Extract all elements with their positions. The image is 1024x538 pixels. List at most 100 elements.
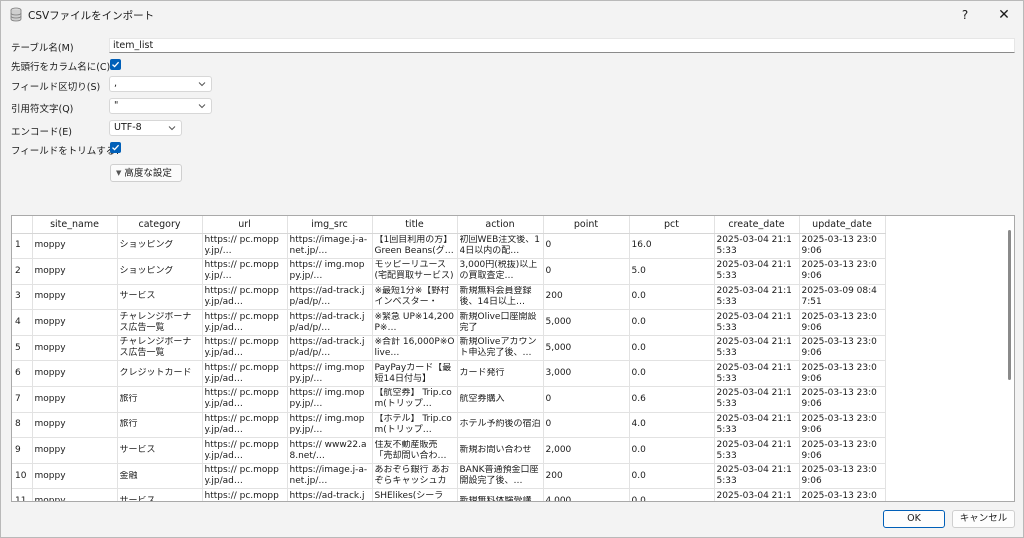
row-number-cell: 3 (12, 284, 33, 311)
table-cell: モッピーリユース(宅配買取サービス) (372, 258, 458, 285)
table-cell: 0.0 (629, 335, 715, 362)
table-cell: クレジットカード (117, 360, 203, 388)
table-cell: https:// img.moppy.jp/… (287, 360, 373, 388)
table-cell: https:// img.moppy.jp/… (287, 258, 373, 285)
table-row[interactable]: 11 moppy サービス https:// pc.moppy.jp/ad… https… (12, 488, 886, 501)
encoding-combo[interactable]: UTF-8 (109, 120, 182, 136)
cell-text: https://image.j-a-net.jp/… (289, 465, 368, 487)
row-number-cell: 6 (12, 360, 33, 388)
table-cell: https://ad-track.jp/ad/p/… (287, 309, 373, 336)
table-cell: moppy (32, 437, 118, 464)
column-header-rownum[interactable] (12, 216, 33, 234)
cell-text: ショッピング (119, 265, 174, 276)
cell-text: moppy (34, 393, 66, 404)
row-number-cell: 1 (12, 233, 33, 260)
cell-text: https:// img.moppy.jp/… (289, 413, 365, 435)
encoding-label: エンコード(E) (11, 127, 72, 138)
column-header-url[interactable]: url (202, 216, 288, 234)
row-number-cell: 5 (12, 335, 33, 362)
table-row[interactable]: 1 moppy ショッピング https:// pc.moppy.jp/… https:… (12, 233, 886, 260)
column-header-create-date[interactable]: create_date (714, 216, 800, 234)
column-header-point[interactable]: point (543, 216, 630, 234)
cell-text: 0 (545, 393, 552, 404)
cell-text: 200 (545, 470, 563, 481)
cell-text: 2025-03-04 21:15:33 (716, 490, 792, 501)
cell-text: 2 (15, 265, 21, 276)
cell-text: ※合計 16,000P※Olive… (374, 337, 455, 359)
quote-char-combo[interactable]: " (109, 98, 212, 114)
table-cell: 住友不動産販売「売却問い合わ… (372, 437, 458, 464)
checkmark-icon (112, 61, 120, 68)
table-cell: 0.0 (629, 309, 715, 336)
preview-grid[interactable]: site_name category url img_src title action po… (11, 215, 1015, 502)
cell-text: モッピーリユース(宅配買取サービス) (374, 260, 454, 282)
cell-text: 2025-03-13 23:09:06 (801, 388, 877, 410)
cell-text: 2025-03-04 21:15:33 (716, 388, 792, 410)
table-cell: ※緊急 UP※14,200P※… (372, 309, 458, 336)
field-separator-value: , (114, 78, 118, 89)
table-cell: https:// img.moppy.jp/… (287, 412, 373, 439)
column-header-action[interactable]: action (457, 216, 544, 234)
table-cell: 2025-03-04 21:15:33 (714, 488, 800, 501)
cell-text: https:// pc.moppy.jp/ad… (204, 465, 279, 487)
table-cell: 2025-03-13 23:09:06 (799, 386, 886, 413)
column-header-site-name[interactable]: site_name (32, 216, 118, 234)
cell-text: 3,000 (545, 368, 572, 379)
cell-text: moppy (34, 445, 66, 456)
table-cell: 200 (543, 463, 630, 490)
field-separator-combo[interactable]: , (109, 76, 212, 92)
table-name-input[interactable]: item_list (109, 38, 1015, 53)
advanced-settings-button[interactable]: ▼ 高度な設定 (110, 164, 182, 182)
table-cell: 4,000 (543, 488, 630, 501)
table-cell: チャレンジボーナス広告一覧 (117, 309, 203, 336)
cell-text: 新規無料会員登録後、14日以上… (459, 285, 532, 307)
cell-text: ホテル予約後の宿泊 (459, 419, 541, 430)
column-header-title[interactable]: title (372, 216, 458, 234)
table-cell: 5.0 (629, 258, 715, 285)
cell-text: 2025-03-04 21:15:33 (716, 337, 792, 359)
cell-text: 0 (545, 419, 552, 430)
ok-button[interactable]: OK (883, 510, 945, 528)
table-row[interactable]: 2 moppy ショッピング https:// pc.moppy.jp/… https:… (12, 258, 886, 285)
cell-text: 旅行 (119, 393, 138, 404)
table-row[interactable]: 10 moppy 金融 https:// pc.moppy.jp/ad… https:/… (12, 463, 886, 490)
cell-text: https:// img.moppy.jp/… (289, 388, 365, 410)
table-row[interactable]: 3 moppy サービス https:// pc.moppy.jp/ad… https:… (12, 284, 886, 311)
cell-text: moppy (34, 317, 66, 328)
header-row-checkbox[interactable] (110, 59, 121, 70)
table-cell: moppy (32, 335, 118, 362)
close-button[interactable]: ✕ (985, 1, 1023, 29)
help-button[interactable]: ? (945, 1, 985, 29)
table-cell: 0 (543, 412, 630, 439)
cell-text: 2025-03-04 21:15:33 (716, 285, 792, 307)
chevron-down-icon (198, 82, 206, 87)
trim-checkbox[interactable] (110, 142, 121, 153)
table-row[interactable]: 8 moppy 旅行 https:// pc.moppy.jp/ad… https://… (12, 412, 886, 439)
table-cell: 0.0 (629, 360, 715, 388)
table-row[interactable]: 7 moppy 旅行 https:// pc.moppy.jp/ad… https://… (12, 386, 886, 413)
cell-text: https://ad-track.jp/ad/p/… (289, 490, 365, 501)
column-header-category[interactable]: category (117, 216, 203, 234)
table-cell: https:// pc.moppy.jp/… (202, 233, 288, 260)
table-row[interactable]: 4 moppy チャレンジボーナス広告一覧 https:// pc.moppy.jp/… (12, 309, 886, 336)
cell-text: https:// pc.moppy.jp/ad… (204, 388, 279, 410)
cell-text: 6 (15, 368, 21, 379)
cell-text: https:// pc.moppy.jp/ad… (204, 490, 279, 501)
cell-text: 金融 (119, 470, 138, 481)
column-header-update-date[interactable]: update_date (799, 216, 886, 234)
table-cell: 2025-03-13 23:09:06 (799, 437, 886, 464)
column-header-img-src[interactable]: img_src (287, 216, 373, 234)
cell-text: 2025-03-13 23:09:06 (801, 439, 877, 461)
table-row[interactable]: 6 moppy クレジットカード https:// pc.moppy.jp/ad… ht… (12, 360, 886, 388)
table-row[interactable]: 9 moppy サービス https:// pc.moppy.jp/ad… https:… (12, 437, 886, 464)
column-header-pct[interactable]: pct (629, 216, 715, 234)
vertical-scrollbar[interactable] (1004, 216, 1014, 501)
table-cell: 金融 (117, 463, 203, 490)
cell-text: 2025-03-13 23:09:06 (801, 337, 877, 359)
table-cell: 16.0 (629, 233, 715, 260)
scrollbar-thumb[interactable] (1008, 230, 1011, 380)
cancel-button[interactable]: キャンセル (952, 510, 1015, 528)
row-number-cell: 4 (12, 309, 33, 336)
table-row[interactable]: 5 moppy チャレンジボーナス広告一覧 https:// pc.moppy.jp/… (12, 335, 886, 362)
table-cell: 初回WEB注文後、14日以内の配… (457, 233, 544, 260)
